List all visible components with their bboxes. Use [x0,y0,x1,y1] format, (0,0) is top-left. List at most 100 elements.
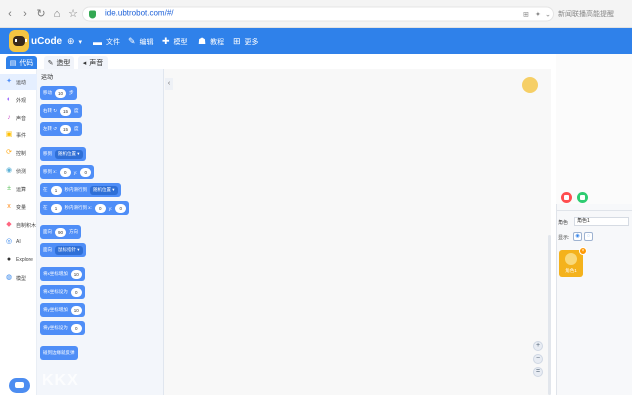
grid-menu-icon[interactable]: ⊞ [523,11,529,19]
block-input[interactable]: 0 [80,167,92,177]
zoom-reset-button[interactable]: = [533,367,543,377]
block-text: 将y坐标增加 [43,307,68,312]
block-input[interactable]: 0 [59,167,71,177]
block-text: 移到 [43,151,52,156]
code-block[interactable]: 左转 ↺ 15 度 [40,122,82,136]
block-dropdown[interactable]: 随机位置 ▾ [90,185,118,195]
category-item[interactable]: ◎ AI [0,234,37,250]
category-item[interactable]: ● Explore [0,252,37,268]
code-block[interactable]: 右转 ↻ 15 度 [40,104,82,118]
category-item[interactable]: ✦ 运动 [0,74,37,90]
code-block[interactable]: 在 1 秒内滑行到 随机位置 ▾ [40,183,121,197]
folder-icon: ▬ [93,36,102,47]
reload-icon[interactable]: ↻ [34,7,48,21]
zoom-in-button[interactable]: + [533,341,543,351]
app-name: uCode [31,36,63,47]
stop-button[interactable] [561,192,572,203]
block-input[interactable]: 0 [70,323,82,333]
category-item[interactable]: ◐ 外观 [0,92,37,108]
stage-canvas[interactable] [556,54,632,204]
sprite-name-input[interactable]: 角色1 [574,217,629,226]
block-input[interactable]: 1 [50,185,62,195]
block-input[interactable]: 10 [70,269,82,279]
pencil-icon: ✎ [128,36,136,46]
code-block[interactable]: 移到 x: 0 y: 0 [40,165,95,179]
menu-model[interactable]: ✚ 模型 [162,34,188,49]
globe-icon: ⊕ [67,36,75,46]
hide-sprite-eye-icon[interactable]: ◌ [584,232,593,241]
category-item[interactable]: ± 运算 [0,181,37,197]
code-icon: ▤ [9,59,17,67]
dropdown-chevron-icon[interactable]: ⌄ [545,11,551,19]
menu-edit-label: 编辑 [139,38,154,46]
block-text: 将y坐标设为 [43,325,68,330]
block-input[interactable]: 1 [50,203,62,213]
block-input[interactable]: 0 [70,287,82,297]
code-block[interactable]: 将x坐标设为 0 [40,285,85,299]
block-text: 秒内滑行到 [64,187,88,192]
code-block[interactable]: 面向 90 方向 [40,225,81,239]
code-block[interactable]: 将y坐标设为 0 [40,321,85,335]
category-item[interactable]: ▣ 事件 [0,127,37,143]
category-icon: ● [6,256,12,263]
back-icon[interactable]: ‹ [3,7,17,21]
category-item[interactable]: ◍ 模型 [0,270,37,286]
stage-divider [556,210,632,211]
zoom-out-button[interactable]: − [533,354,543,364]
block-input[interactable]: 0 [115,203,127,213]
block-input[interactable]: 90 [55,227,66,237]
code-block[interactable]: 面向 鼠标指针 ▾ [40,243,86,257]
address-bar[interactable]: ide.ubtrobot.com/#/ ⊞ ✦ ⌄ [82,6,554,22]
menu-edit[interactable]: ✎ 编辑 [128,34,154,49]
workspace-scrollbar[interactable] [548,235,551,395]
forward-icon[interactable]: › [18,7,32,21]
code-block[interactable]: 移动 10 步 [40,86,77,100]
block-input[interactable]: 0 [94,203,106,213]
language-button[interactable]: ⊕ ▾ [67,34,82,49]
block-input[interactable]: 10 [55,88,66,98]
category-item[interactable]: ◉ 侦测 [0,163,37,179]
home-icon[interactable]: ⌂ [50,7,64,21]
block-dropdown[interactable]: 鼠标指针 ▾ [55,245,83,255]
address-url: ide.ubtrobot.com/#/ [105,8,174,18]
category-item[interactable]: ◆ 自制积木 [0,217,37,233]
collapse-palette-button[interactable]: ‹ [165,78,173,90]
code-workspace[interactable] [164,69,551,395]
menu-more[interactable]: ⊞ 更多 [233,34,259,49]
code-block[interactable]: 碰到边缘就反弹 [40,346,78,360]
block-dropdown[interactable]: 随机位置 ▾ [55,149,83,159]
extension-icon[interactable]: ✦ [535,11,541,19]
tab-sound[interactable]: ◂ 声音 [78,56,108,69]
show-sprite-eye-icon[interactable]: ◉ [573,232,582,241]
block-text: 在 [43,205,48,210]
people-icon: ☗ [198,36,207,46]
block-input[interactable]: 15 [60,124,72,134]
bookmark-star-icon[interactable]: ☆ [66,7,80,21]
category-label: 事件 [16,132,27,139]
watermark-text: KKX [42,372,79,389]
menu-file[interactable]: ▬ 文件 [93,34,120,49]
side-search-text[interactable]: 新闻联播高能提醒 [558,9,614,19]
tab-code[interactable]: ▤ 代码 [6,56,37,69]
category-item[interactable]: ⟳ 控制 [0,145,37,161]
category-item[interactable]: x 变量 [0,199,37,215]
code-block[interactable]: 移到 随机位置 ▾ [40,147,86,161]
menu-tutorial[interactable]: ☗ 教程 [198,34,224,49]
category-label: 声音 [16,115,27,122]
green-flag-button[interactable] [577,192,588,203]
show-label: 显示: [558,235,570,241]
category-icon: x [7,203,11,210]
code-block[interactable]: 在 1 秒内滑行到 x: 0 y: 0 [40,201,130,215]
tab-costume[interactable]: ✎ 造型 [44,56,74,69]
code-block[interactable]: 将x坐标增加 10 [40,267,85,281]
code-block[interactable]: 将y坐标增加 10 [40,303,85,317]
category-label: Explore [16,257,33,263]
block-input[interactable]: 15 [60,106,72,116]
category-item[interactable]: ♪ 声音 [0,110,37,126]
chat-assistant-button[interactable] [9,378,30,393]
menu-model-label: 模型 [173,38,188,46]
category-label: 侦测 [16,168,27,175]
block-input[interactable]: 10 [70,305,82,315]
sprite-delete-badge-icon[interactable]: × [579,247,587,255]
sprite-card[interactable]: 角色1 [559,250,583,277]
